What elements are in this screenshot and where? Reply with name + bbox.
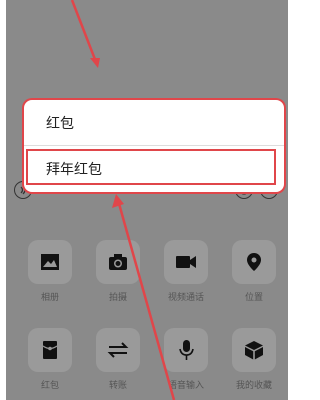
annotation-arrow-top [70,0,98,63]
annotation-arrow-bottom [116,199,176,400]
annotation-arrowhead-bottom [112,194,124,208]
annotation-arrowhead-top [90,58,100,68]
annotation-arrows [70,0,176,400]
chat-screen: 相册 拍摄 视频通话 位置 红包 转账 语音输入 我的收藏 红包 拜年红包 [6,0,288,400]
right-margin [288,0,300,400]
